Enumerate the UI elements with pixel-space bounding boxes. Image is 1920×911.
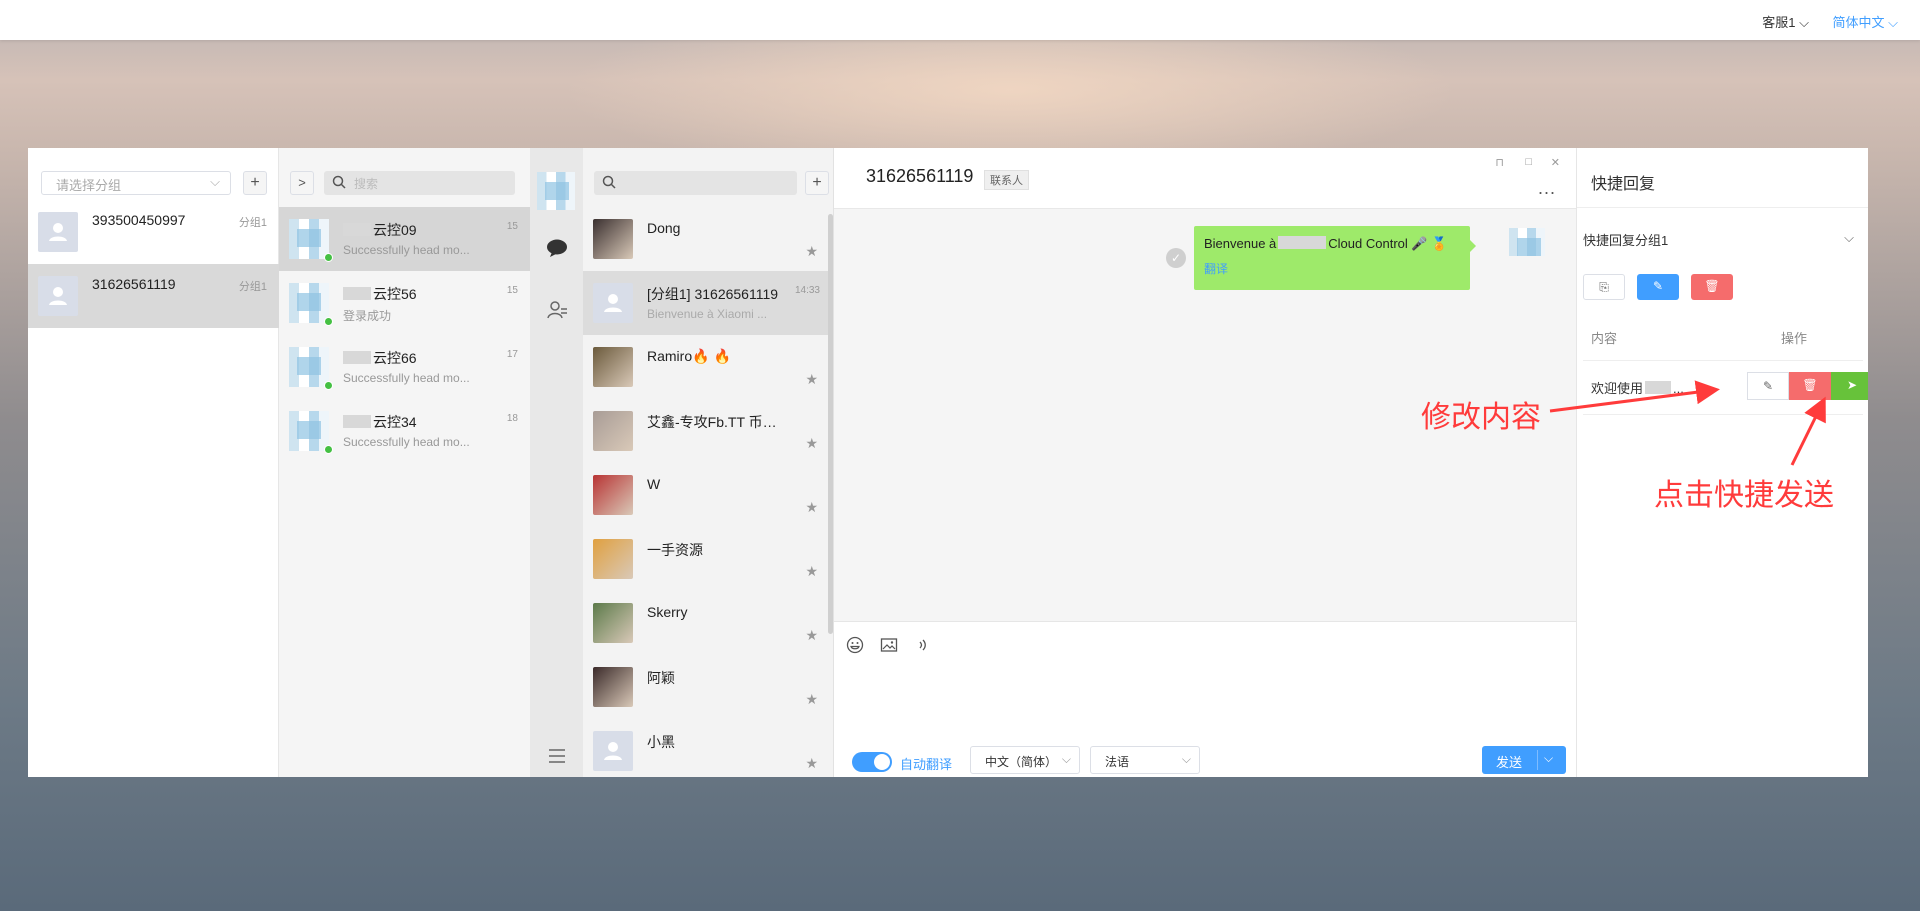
- arrow-to-edit: [1549, 380, 1720, 413]
- arrow-to-send: [1790, 396, 1826, 466]
- annotation-arrows: [1549, 380, 1826, 466]
